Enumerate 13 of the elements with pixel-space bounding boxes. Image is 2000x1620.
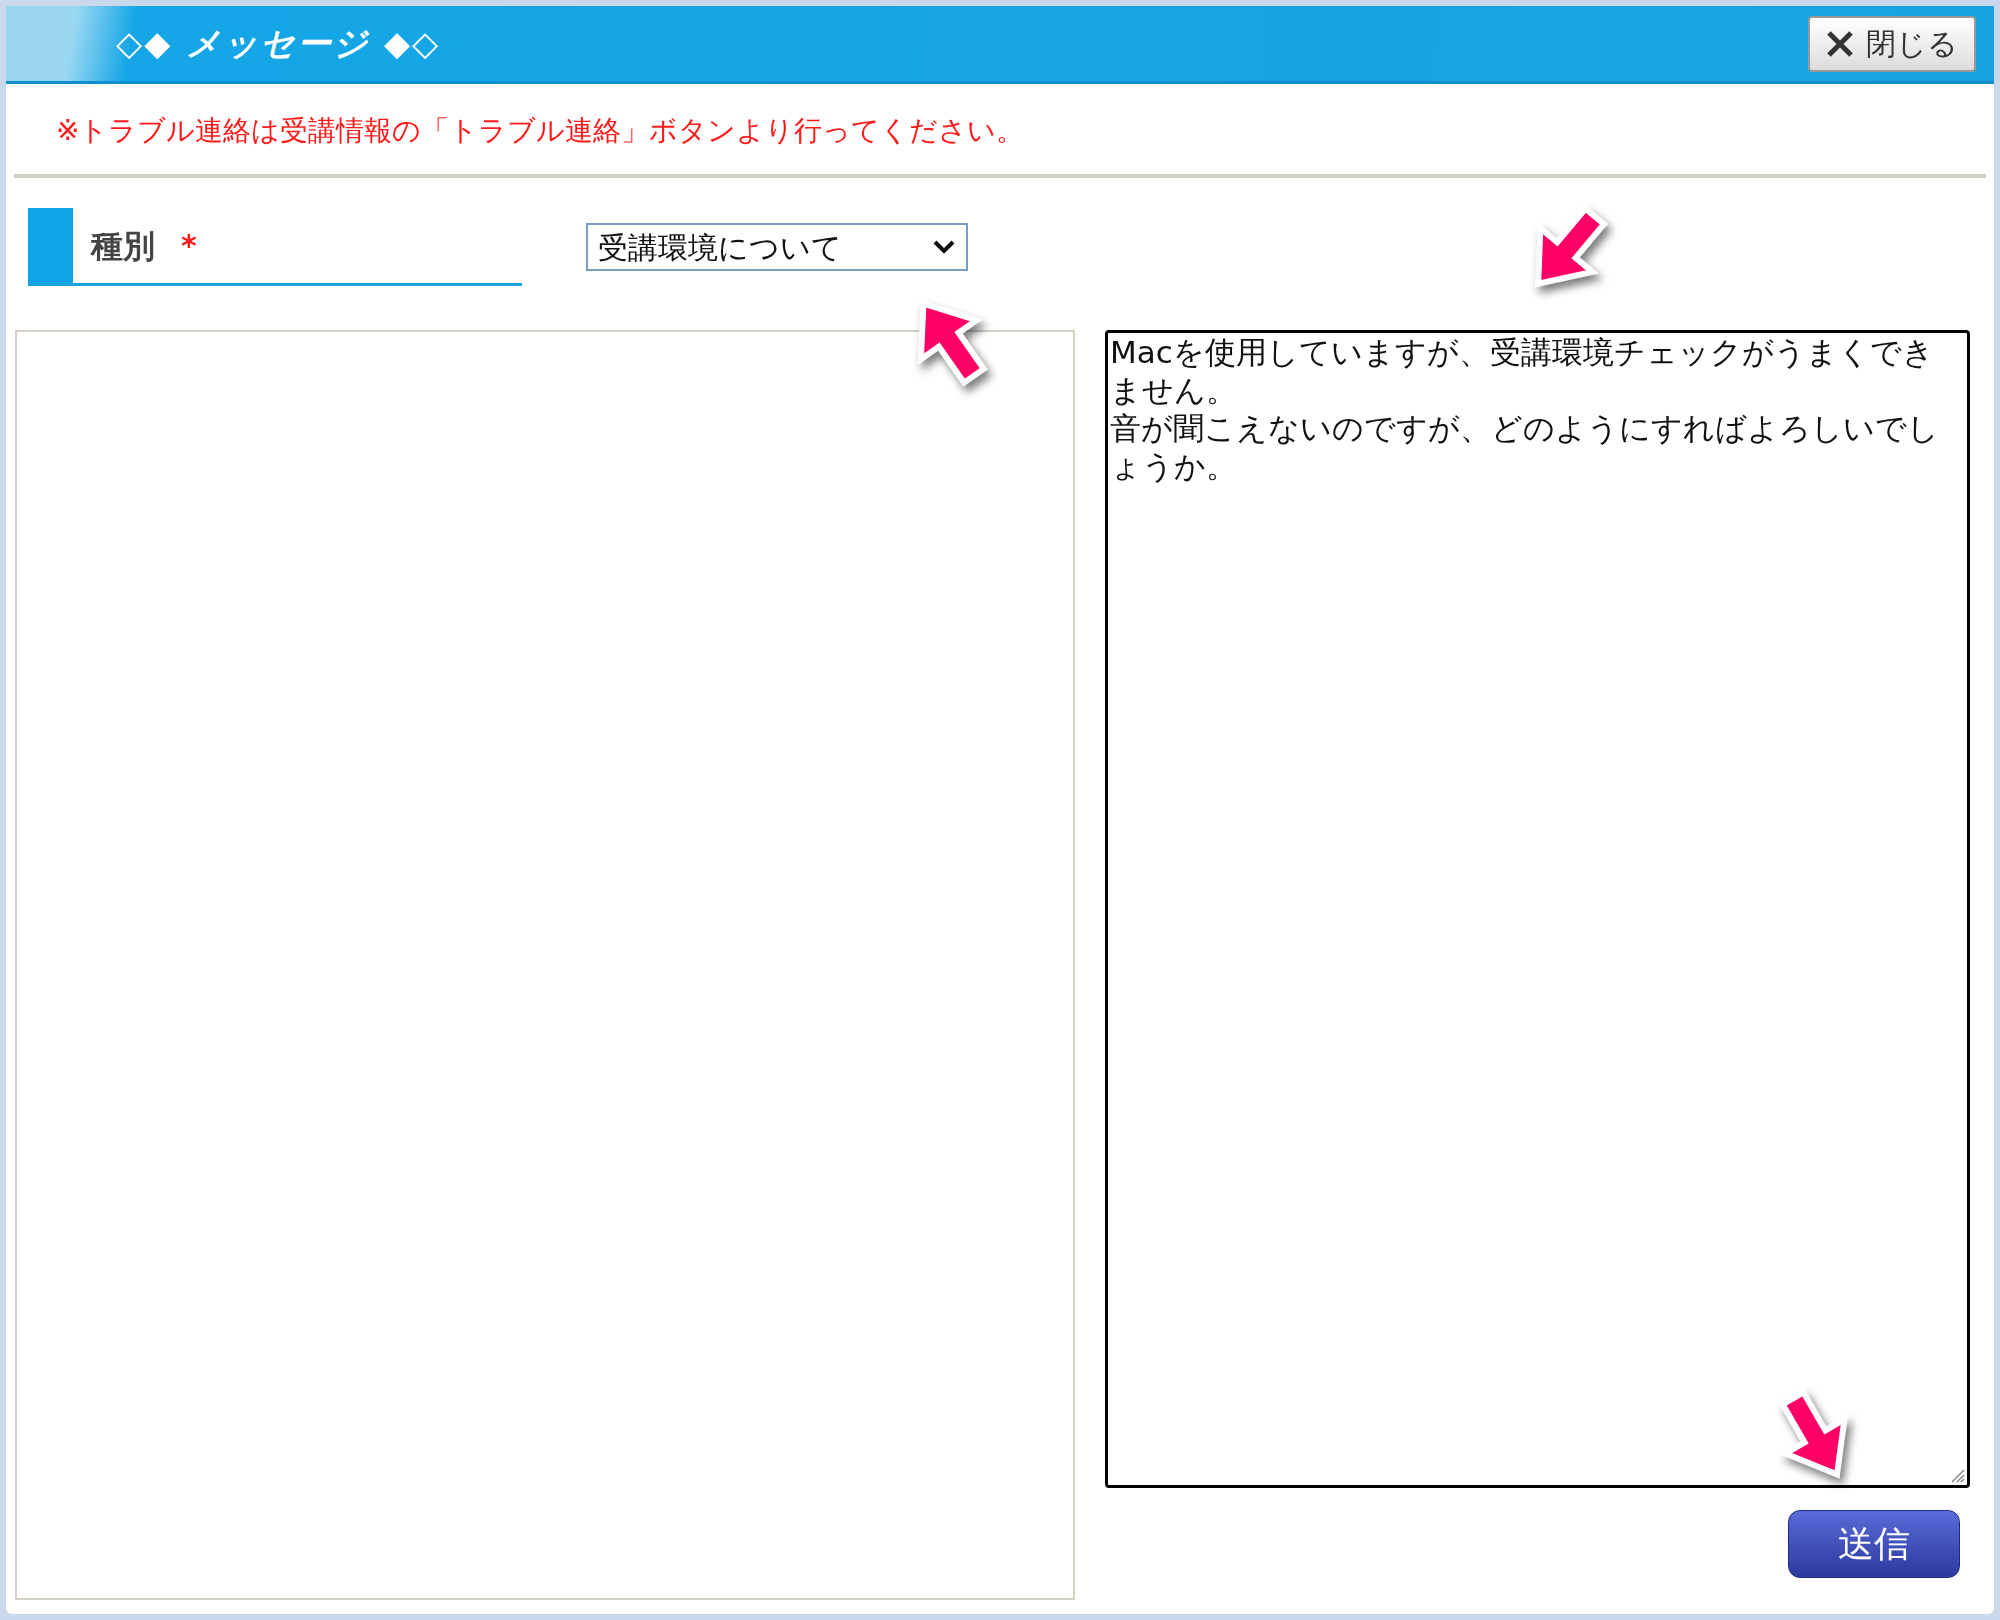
chevron-down-icon [932, 239, 956, 255]
notice-text: ※トラブル連絡は受講情報の「トラブル連絡」ボタンより行ってください。 [56, 114, 1025, 147]
message-paragraph: Macを使用していますが、受講環境チェックがうまくできません。 [1110, 333, 1935, 409]
category-label: 種別 [91, 225, 155, 267]
resize-grip-icon [1949, 1467, 1965, 1483]
window-title: ◇◆ メッセージ ◆◇ [116, 22, 441, 65]
submit-button[interactable]: 送信 [1788, 1510, 1960, 1578]
required-mark: * [181, 227, 197, 265]
message-field[interactable]: Macを使用していますが、受講環境チェックがうまくできません。 音が聞こえないのですが、どのようにすればよろしいでしょうか。 [1105, 330, 1970, 1488]
category-select[interactable]: 受講環境について [586, 223, 968, 271]
close-button[interactable]: 閉じる [1808, 15, 1976, 72]
message-paragraph: 音が聞こえないのですが、どのようにすればよろしいでしょうか。 [1110, 409, 1940, 485]
close-icon [1826, 29, 1854, 58]
